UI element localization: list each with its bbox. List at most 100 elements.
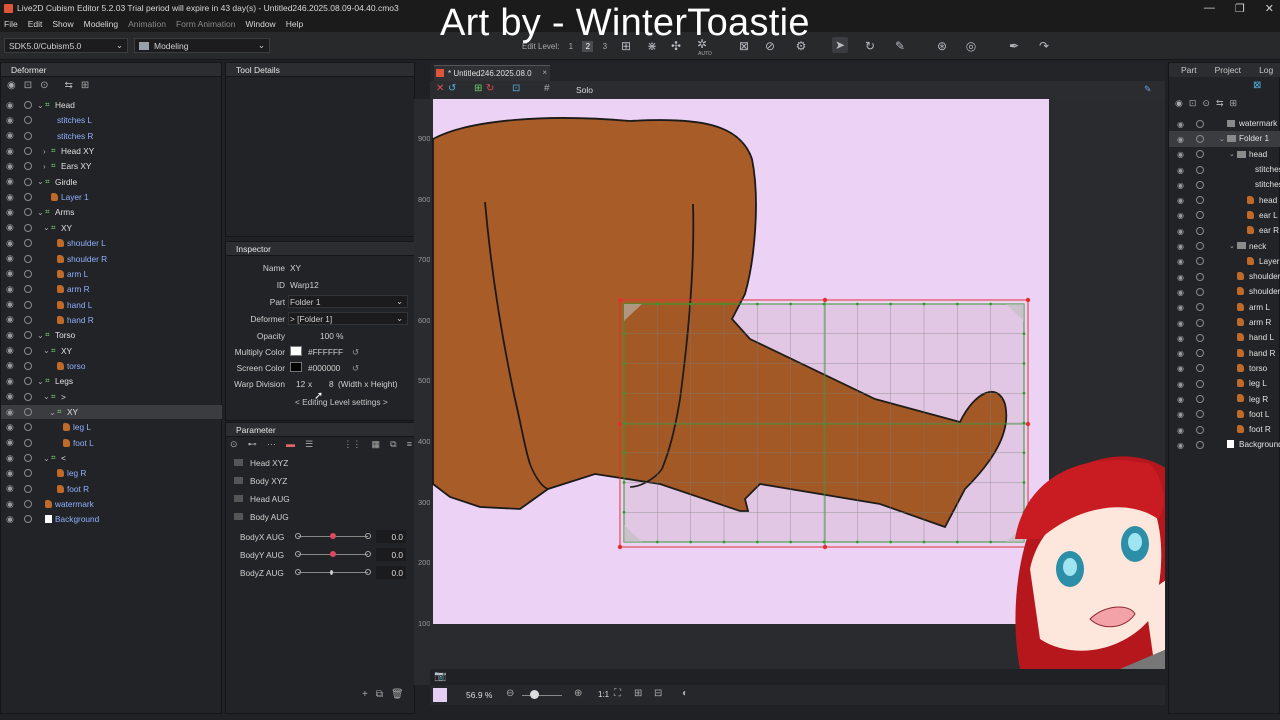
table-icon[interactable]: ▦ xyxy=(371,439,380,450)
lasso-icon[interactable]: ↻ xyxy=(862,38,878,54)
lock-icon[interactable] xyxy=(24,331,32,340)
reset-icon[interactable]: ↺ xyxy=(352,347,359,357)
deformer-row[interactable]: ◉ torso xyxy=(1,359,222,373)
deformer-row[interactable]: ◉ stitches R xyxy=(1,129,222,143)
parameter-value-field[interactable]: 0.0 xyxy=(376,548,406,561)
part-row[interactable]: ◉ shoulder xyxy=(1169,269,1280,284)
lock-icon[interactable] xyxy=(24,515,32,524)
connect-icon[interactable]: ↷ xyxy=(1036,38,1052,54)
eye-icon[interactable]: ◉ xyxy=(7,80,16,91)
part-row[interactable]: ◉ torso xyxy=(1169,361,1280,376)
eye-icon[interactable]: ◉ xyxy=(6,499,14,510)
grid-view-icon[interactable]: ⊞ xyxy=(634,688,642,699)
eye-icon[interactable]: ◉ xyxy=(6,176,14,187)
lock-icon[interactable] xyxy=(24,223,32,232)
expand-icon[interactable]: ⌄ xyxy=(1229,150,1235,158)
lock-icon[interactable] xyxy=(24,392,32,401)
part-row[interactable]: ◉ head xyxy=(1169,193,1280,208)
deformer-row[interactable]: ◉ watermark xyxy=(1,497,222,511)
lock-icon[interactable] xyxy=(1196,379,1204,388)
menu-edit[interactable]: Edit xyxy=(28,19,43,29)
eye-icon[interactable]: ◉ xyxy=(6,161,14,172)
menu-show[interactable]: Show xyxy=(52,19,73,29)
deformer-row[interactable]: ◉ stitches L xyxy=(1,113,222,127)
deformer-row[interactable]: ◉ shoulder L xyxy=(1,236,222,250)
eye-icon[interactable]: ◉ xyxy=(6,284,14,295)
lock-icon[interactable] xyxy=(24,438,32,447)
add-icon[interactable]: + xyxy=(362,689,368,700)
zoom-in-icon[interactable]: ⊕ xyxy=(574,688,582,699)
eye-icon[interactable]: ◉ xyxy=(6,422,14,433)
slider-min-key[interactable] xyxy=(295,551,301,557)
deformer-row[interactable]: ◉ ⌄ ⌗ Torso xyxy=(1,328,222,342)
lock-icon[interactable] xyxy=(24,162,32,171)
expand-icon[interactable]: ⌄ xyxy=(49,408,56,417)
collapse-icon[interactable]: ⊙ xyxy=(1202,98,1210,109)
eye-icon[interactable]: ◉ xyxy=(1177,425,1184,435)
name-field[interactable]: XY xyxy=(290,263,301,273)
deformer-row[interactable]: ◉ ⌄ ⌗ XY xyxy=(1,221,222,235)
multiply-color-swatch[interactable] xyxy=(290,346,302,356)
eye-icon[interactable]: ◉ xyxy=(6,207,14,218)
deformer-row[interactable]: ◉ ⌄ ⌗ Legs xyxy=(1,374,222,388)
eye-icon[interactable]: ◉ xyxy=(6,376,14,387)
screen-color-value[interactable]: #000000 xyxy=(308,363,340,373)
expand-icon[interactable]: ⌄ xyxy=(37,377,44,386)
eye-icon[interactable]: ◉ xyxy=(6,146,14,157)
eye-icon[interactable]: ◉ xyxy=(1177,134,1184,144)
deformer-row[interactable]: ◉ shoulder R xyxy=(1,252,222,266)
part-row[interactable]: ◉ Layer 1 xyxy=(1169,254,1280,269)
rotation-toggle-icon[interactable]: ↻ xyxy=(486,83,494,94)
lock-icon[interactable] xyxy=(24,208,32,217)
menu-file[interactable]: File xyxy=(4,19,18,29)
lock-icon[interactable] xyxy=(1196,287,1204,296)
lock-icon[interactable] xyxy=(24,484,32,493)
eye-icon[interactable]: ◉ xyxy=(6,115,14,126)
lock-icon[interactable]: ⊡ xyxy=(1189,98,1197,109)
collapse-icon[interactable]: ⊙ xyxy=(40,80,48,91)
sort-icon[interactable]: ⇆ xyxy=(65,80,73,91)
expand-icon[interactable]: ⌄ xyxy=(37,208,44,217)
eye-icon[interactable]: ◉ xyxy=(1177,318,1184,328)
eye-icon[interactable]: ◉ xyxy=(6,268,14,279)
lock-icon[interactable] xyxy=(1196,440,1204,449)
lock-icon[interactable] xyxy=(24,101,32,109)
lock-icon[interactable] xyxy=(1196,165,1204,174)
warp-width-field[interactable]: 12 xyxy=(296,379,305,389)
slider-max-key[interactable] xyxy=(365,551,371,557)
lock-icon[interactable] xyxy=(1196,150,1204,159)
expand-icon[interactable]: ⌄ xyxy=(43,454,50,463)
eye-icon[interactable]: ◉ xyxy=(6,345,14,356)
list-icon[interactable]: ☰ xyxy=(305,439,313,450)
lock-icon[interactable] xyxy=(24,346,32,355)
lock-icon[interactable] xyxy=(1196,211,1204,220)
eye-icon[interactable]: ◉ xyxy=(6,222,14,233)
eye-icon[interactable]: ◉ xyxy=(1177,119,1184,129)
part-row[interactable]: ◉ foot R xyxy=(1169,422,1280,437)
pen-icon[interactable]: ✒ xyxy=(1006,38,1022,54)
eye-icon[interactable]: ◉ xyxy=(1177,287,1184,297)
target-icon[interactable]: ◎ xyxy=(963,38,979,54)
deformer-toggle-icon[interactable]: ↺ xyxy=(448,83,456,94)
deformer-row[interactable]: ◉ Layer 1 xyxy=(1,190,222,204)
eye-icon[interactable]: ◉ xyxy=(1177,302,1184,312)
eye-icon[interactable]: ◉ xyxy=(6,314,14,325)
lock-icon[interactable] xyxy=(24,239,32,248)
lock-icon[interactable] xyxy=(1196,318,1204,327)
parameter-value-field[interactable]: 0.0 xyxy=(376,530,406,543)
close-tab-icon[interactable]: × xyxy=(542,68,547,77)
deformer-row[interactable]: ◉ hand L xyxy=(1,298,222,312)
part-toolbar-icon[interactable]: ⊠ xyxy=(1253,80,1261,91)
lock-icon[interactable] xyxy=(1196,257,1204,266)
link-icon[interactable]: ⊷ xyxy=(248,439,257,450)
part-row[interactable]: ◉ ⌄ neck xyxy=(1169,238,1280,253)
grid-icon[interactable]: ⋮⋮ xyxy=(343,439,361,450)
part-row[interactable]: ◉ arm R xyxy=(1169,315,1280,330)
eye-icon[interactable]: ◉ xyxy=(1177,256,1184,266)
eye-icon[interactable]: ◉ xyxy=(6,238,14,249)
id-field[interactable]: Warp12 xyxy=(290,280,319,290)
eye-icon[interactable]: ◉ xyxy=(1177,379,1184,389)
part-row[interactable]: ◉ ear L xyxy=(1169,208,1280,223)
lock-icon[interactable] xyxy=(1196,333,1204,342)
eye-icon[interactable]: ◉ xyxy=(1177,272,1184,282)
